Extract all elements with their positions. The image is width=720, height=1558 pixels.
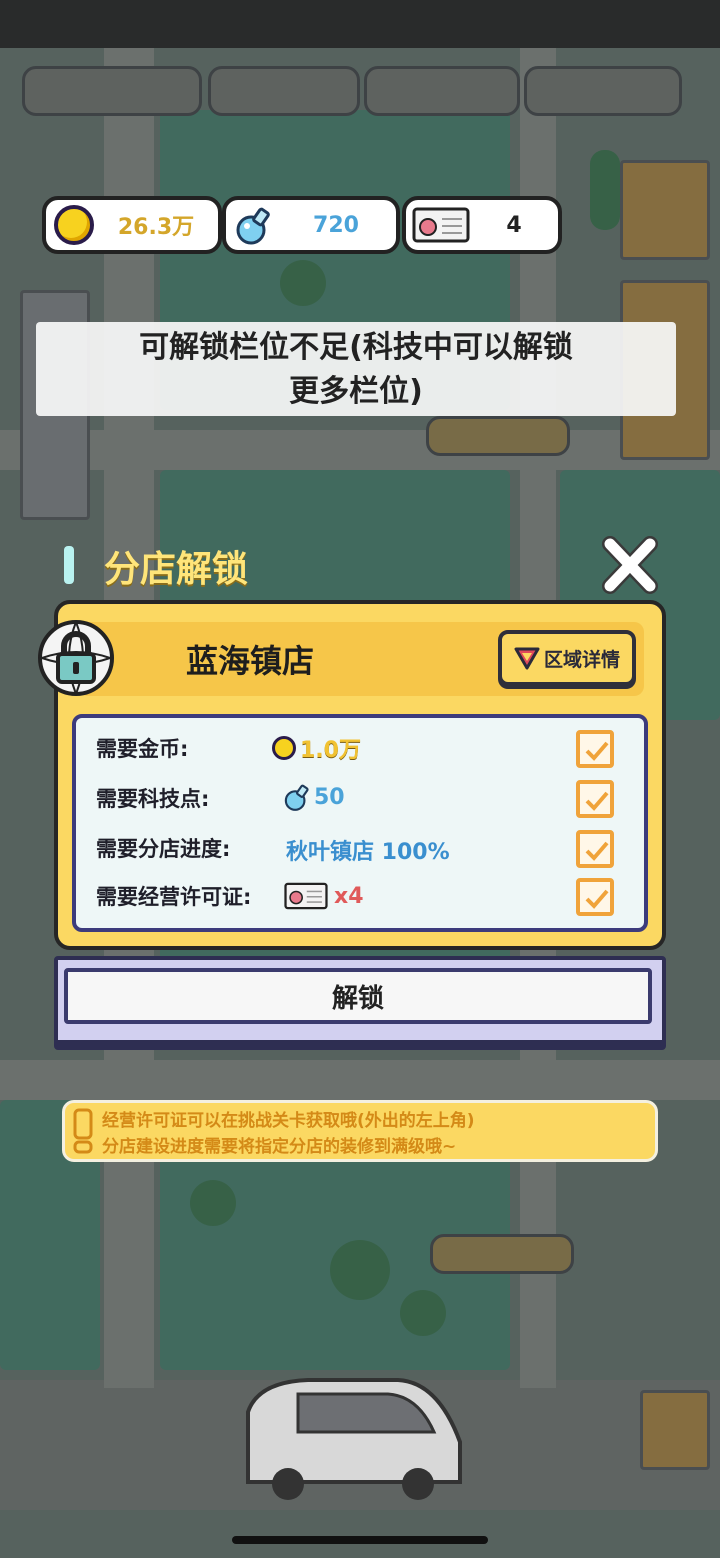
requirement-check-tech <box>576 780 614 818</box>
tech-value: 720 <box>313 212 359 238</box>
lock-icon <box>38 620 114 696</box>
flask-icon <box>284 784 309 811</box>
requirement-value-progress: 秋叶镇店 100% <box>286 840 450 865</box>
map-pin-icon <box>514 647 540 670</box>
requirement-value-tech: 50 <box>282 782 345 812</box>
toast-line-2: 更多栏位) <box>289 374 423 409</box>
coin-counter: 26.3万 <box>42 196 222 254</box>
coin-value: 26.3万 <box>117 215 195 240</box>
license-icon <box>284 882 328 910</box>
requirement-check-coins <box>576 730 614 768</box>
region-detail-label: 区域详情 <box>543 648 620 671</box>
license-counter: 4 <box>402 196 562 254</box>
toast-message: 可解锁栏位不足(科技中可以解锁 更多栏位) <box>36 322 676 416</box>
tip-line-2: 分店建设进度需要将指定分店的装修到满级哦~ <box>102 1137 457 1157</box>
exclamation-icon <box>73 1108 93 1154</box>
requirement-label-progress: 需要分店进度: <box>96 837 231 861</box>
dialog-title: 分店解锁 <box>104 549 249 590</box>
toast-line-1: 可解锁栏位不足(科技中可以解锁 <box>139 330 573 365</box>
requirement-label-coins: 需要金币: <box>96 737 189 761</box>
home-indicator[interactable] <box>232 1536 488 1544</box>
requirement-check-progress <box>576 830 614 868</box>
license-icon <box>412 207 470 243</box>
region-detail-button[interactable]: 区域详情 <box>498 630 636 686</box>
requirement-value-coins: 1.0万 <box>272 732 361 764</box>
van-sprite <box>246 1378 462 1500</box>
flask-icon <box>236 207 270 245</box>
requirement-label-tech: 需要科技点: <box>96 787 210 811</box>
tip-line-1: 经营许可证可以在挑战关卡获取哦(外出的左上角) <box>102 1111 475 1131</box>
coin-icon <box>54 205 94 245</box>
license-value: 4 <box>506 212 522 238</box>
tech-counter: 720 <box>222 196 400 254</box>
requirement-value-license: x4 <box>284 880 364 912</box>
unlock-button[interactable]: 解锁 <box>64 968 652 1024</box>
close-button[interactable] <box>598 534 662 596</box>
requirement-label-license: 需要经营许可证: <box>96 885 252 909</box>
coin-icon <box>272 736 296 760</box>
title-accent-bar <box>64 546 74 584</box>
requirement-check-license <box>576 878 614 916</box>
shop-name: 蓝海镇店 <box>186 642 315 680</box>
close-icon <box>602 536 658 594</box>
